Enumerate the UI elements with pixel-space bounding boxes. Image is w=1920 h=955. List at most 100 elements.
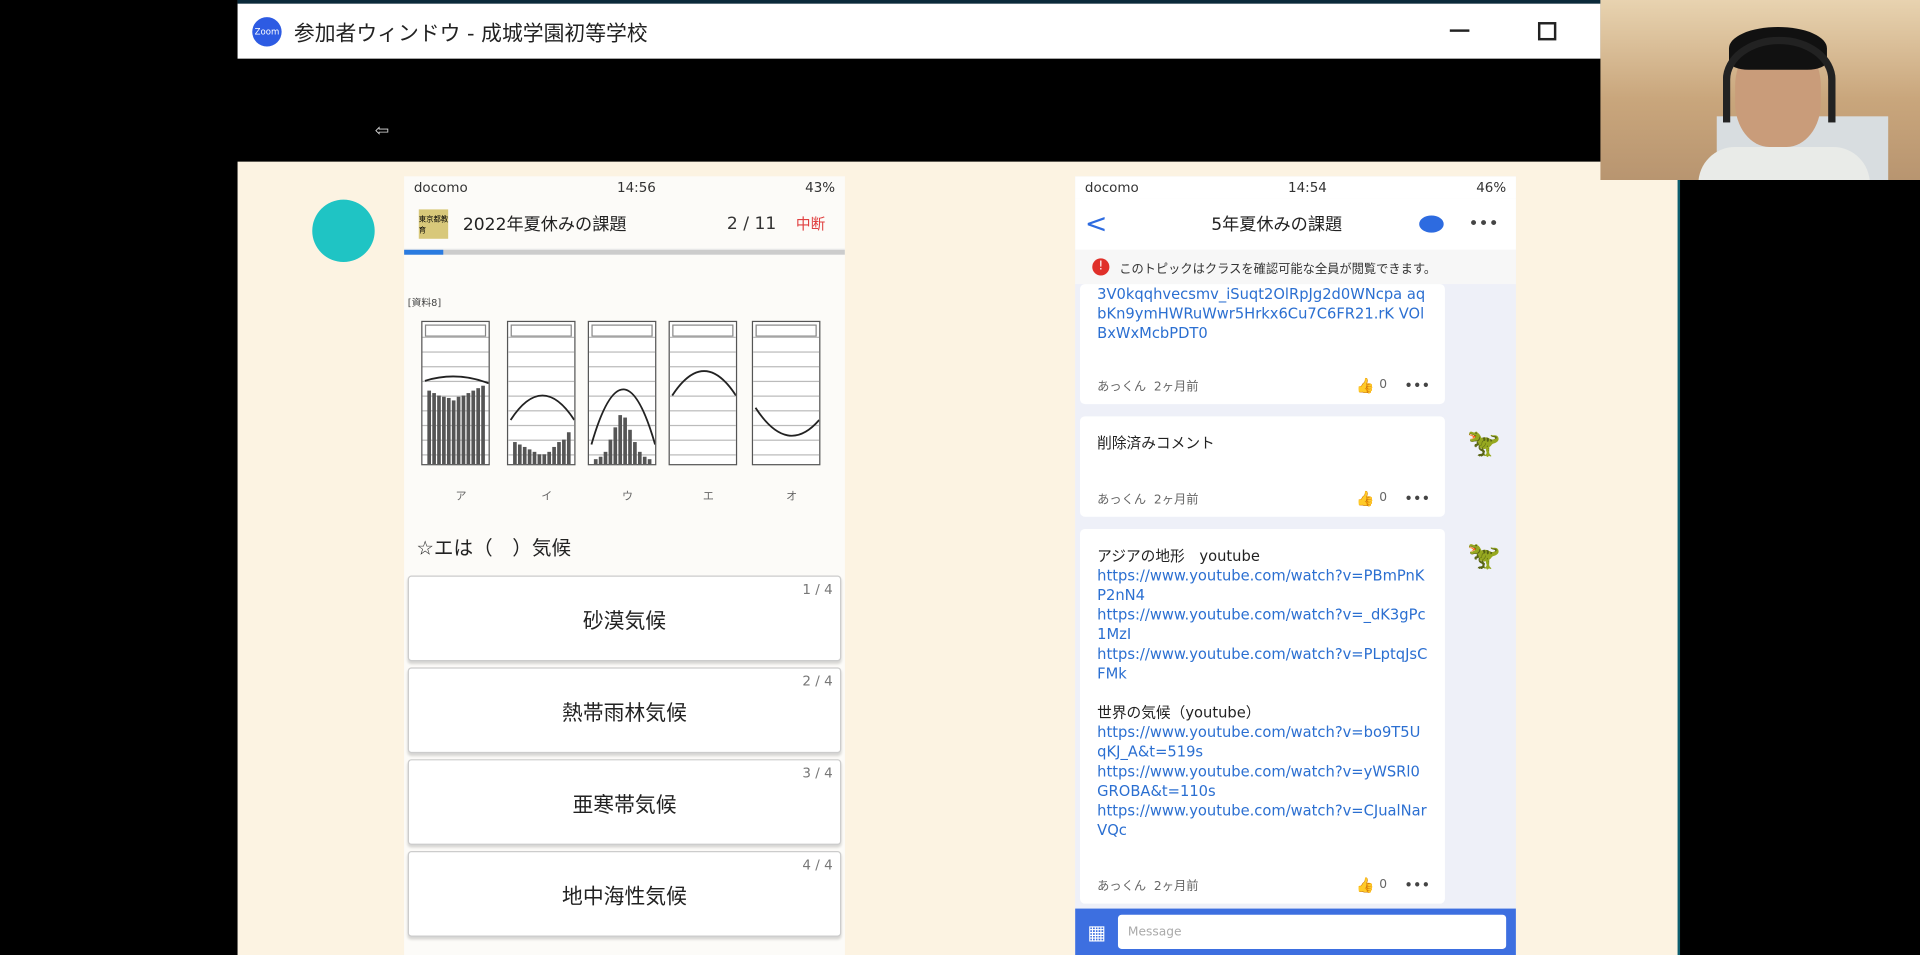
clock: 14:56 [617, 179, 656, 196]
choice-label: 亜寒帯気候 [572, 792, 677, 818]
post-3: アジアの地形 youtube https://www.youtube.com/w… [1080, 528, 1445, 904]
choice-4[interactable]: 4 / 4 地中海性気候 [407, 851, 842, 937]
headset-icon [1722, 36, 1836, 123]
post-time: 2ヶ月前 [1153, 880, 1199, 894]
clock: 14:54 [1288, 179, 1327, 196]
post-link[interactable]: https://www.youtube.com/watch?v=CJualNar… [1097, 801, 1428, 840]
notice-text: このトピックはクラスを確認可能な全員が閲覧できます。 [1119, 262, 1437, 277]
like-count: 0 [1379, 877, 1388, 892]
like-count: 0 [1379, 378, 1388, 392]
climate-graph-image: [資料8] ア イ ウ エ オ [404, 262, 845, 503]
quit-button[interactable]: 中断 [796, 213, 825, 234]
top-toolbar-area: ⇦ [237, 58, 1601, 162]
like-icon[interactable]: 👍 [1356, 876, 1374, 893]
apps-grid-icon[interactable]: ▦ [1087, 920, 1106, 943]
panel-letter: イ [541, 491, 553, 504]
post-2: 削除済みコメント あっくん 2ヶ月前 👍 0 ••• [1080, 416, 1445, 517]
participant-window: Zoom 参加者ウィンドウ - 成城学園初等学校 ⇦ docomo 14:56 … [237, 0, 1681, 955]
back-button[interactable]: < [1085, 209, 1134, 240]
message-bar: ▦ Message [1075, 908, 1516, 955]
title-bar: Zoom 参加者ウィンドウ - 成城学園初等学校 [237, 0, 1601, 59]
panel-letter: ウ [622, 491, 634, 504]
battery: 43% [805, 179, 836, 196]
post-author: あっくん [1097, 493, 1147, 507]
post-footer: あっくん 2ヶ月前 👍 0 ••• [1097, 376, 1430, 395]
post-1: 3V0kqqhvecsmv_iSuqt2OlRpJg2d0WNcpa aqbKn… [1080, 284, 1445, 405]
minimize-icon [1449, 29, 1470, 32]
like-count: 0 [1379, 491, 1388, 505]
post-author: あっくん [1097, 380, 1147, 395]
choice-index: 3 / 4 [802, 765, 833, 782]
choice-index: 1 / 4 [802, 581, 833, 598]
post-link[interactable]: https://www.youtube.com/watch?v=PLptqJsC… [1097, 644, 1428, 683]
topic-phone-screen: docomo 14:54 46% < 5年夏休みの課題 ••• ! このトピック… [1075, 176, 1516, 955]
message-input[interactable]: Message [1118, 914, 1507, 949]
alert-icon: ! [1092, 258, 1110, 276]
post-text: 削除済みコメント [1097, 434, 1215, 452]
post-heading: アジアの地形 youtube [1097, 547, 1260, 565]
back-arrow-icon[interactable]: ⇦ [375, 121, 389, 141]
choice-index: 4 / 4 [802, 857, 833, 874]
post-more-icon[interactable]: ••• [1404, 489, 1430, 506]
climate-panel [751, 320, 821, 466]
choice-1[interactable]: 1 / 4 砂漠気候 [407, 575, 842, 662]
question-text: ☆エは（ ）気候 [416, 536, 572, 560]
post-time: 2ヶ月前 [1153, 493, 1199, 507]
progress-fill [404, 249, 444, 255]
post-link[interactable]: https://www.youtube.com/watch?v=_dK3gPc1… [1097, 605, 1428, 644]
quiz-header: 東京都教育 2022年夏休みの課題 2 / 11 中断 [404, 198, 845, 250]
climate-panel [587, 320, 657, 466]
climate-panel [668, 320, 738, 466]
post-footer: あっくん 2ヶ月前 👍 0 ••• [1097, 489, 1430, 507]
post-more-icon[interactable]: ••• [1404, 876, 1430, 893]
maximize-icon [1537, 21, 1556, 40]
topic-title: 5年夏休みの課題 [1211, 215, 1343, 236]
carrier: docomo [1084, 179, 1139, 196]
choice-3[interactable]: 3 / 4 亜寒帯気候 [407, 759, 842, 845]
visibility-notice: ! このトピックはクラスを確認可能な全員が閲覧できます。 [1075, 249, 1516, 285]
like-icon[interactable]: 👍 [1356, 489, 1374, 506]
climate-panel [506, 320, 576, 466]
more-menu-icon[interactable]: ••• [1468, 214, 1498, 234]
quiz-title: 2022年夏休みの課題 [462, 214, 627, 235]
post-link[interactable]: https://www.youtube.com/watch?v=bo9T5UqK… [1097, 722, 1428, 761]
graph-label: [資料8] [407, 297, 442, 309]
choice-label: 砂漠気候 [582, 609, 667, 634]
maximize-button[interactable] [1532, 16, 1561, 45]
status-bar: docomo 14:56 43% [404, 176, 845, 198]
eye-icon[interactable] [1419, 215, 1444, 233]
webcam-video-thumbnail[interactable] [1600, 0, 1920, 181]
topic-header: < 5年夏休みの課題 ••• [1075, 198, 1516, 250]
choice-label: 地中海性気候 [562, 884, 687, 910]
panel-letter: オ [786, 491, 798, 504]
post-link[interactable]: 3V0kqqhvecsmv_iSuqt2OlRpJg2d0WNcpa aqbKn… [1097, 285, 1425, 341]
panel-letter: エ [702, 491, 714, 504]
post-link[interactable]: https://www.youtube.com/watch?v=PBmPnKP2… [1097, 566, 1428, 605]
choice-index: 2 / 4 [802, 673, 833, 690]
post-footer: あっくん 2ヶ月前 👍 0 ••• [1097, 876, 1430, 894]
zoom-logo-icon: Zoom [252, 16, 282, 46]
window-title: 参加者ウィンドウ - 成城学園初等学校 [293, 22, 648, 47]
user-avatar-icon: 🦖 [1467, 428, 1501, 460]
share-border [1677, 161, 1681, 955]
progress-bar [404, 249, 845, 255]
question-counter: 2 / 11 [726, 213, 777, 234]
quiz-phone-screen: docomo 14:56 43% 東京都教育 2022年夏休みの課題 2 / 1… [404, 176, 845, 955]
user-avatar-icon: 🦖 [1467, 541, 1501, 572]
post-more-icon[interactable]: ••• [1404, 377, 1430, 394]
post-time: 2ヶ月前 [1153, 380, 1199, 395]
shared-screen: docomo 14:56 43% 東京都教育 2022年夏休みの課題 2 / 1… [237, 161, 1681, 955]
climate-panel [421, 320, 490, 466]
post-link[interactable]: https://www.youtube.com/watch?v=yWSRl0GR… [1097, 762, 1428, 801]
status-bar: docomo 14:54 46% [1075, 176, 1516, 199]
post-heading: 世界の気候（youtube） [1097, 704, 1261, 722]
avatar [312, 199, 375, 263]
minimize-button[interactable] [1445, 16, 1474, 45]
panel-letter: ア [455, 491, 467, 504]
choice-2[interactable]: 2 / 4 熱帯雨林気候 [407, 667, 842, 754]
post-author: あっくん [1097, 880, 1147, 894]
carrier: docomo [413, 179, 468, 196]
app-icon: 東京都教育 [418, 208, 448, 239]
like-icon[interactable]: 👍 [1356, 377, 1374, 394]
battery: 46% [1476, 179, 1507, 196]
